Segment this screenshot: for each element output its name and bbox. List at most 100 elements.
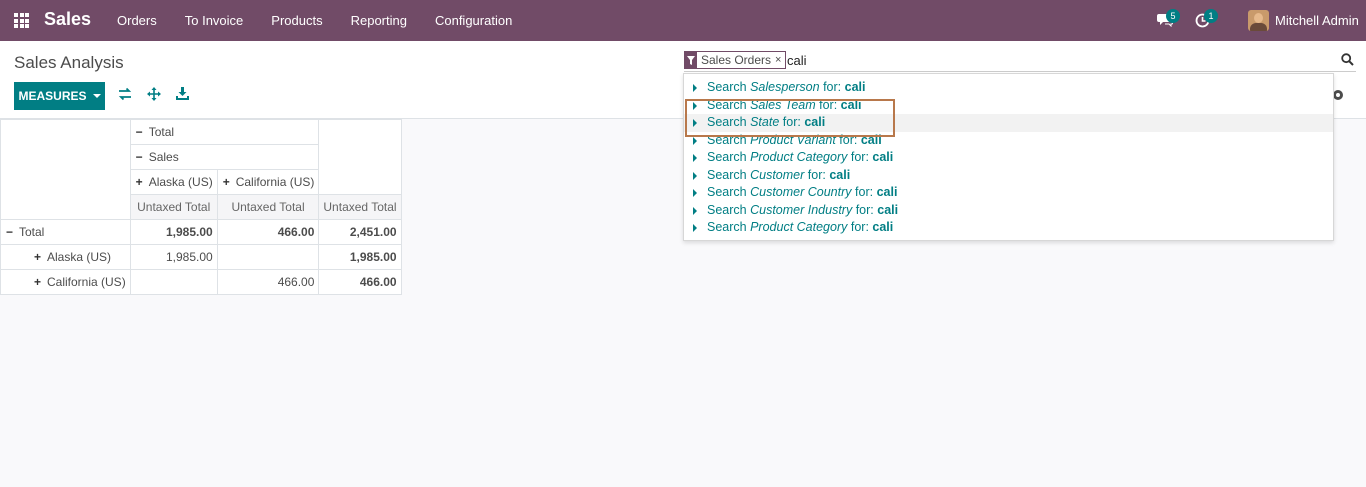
suggestion-customer-country[interactable]: Search Customer Country for: cali <box>684 184 1333 202</box>
caret-right-icon <box>693 154 697 162</box>
top-navbar: Sales Orders To Invoice Products Reporti… <box>0 0 1366 41</box>
facet-remove-icon[interactable]: × <box>775 52 785 68</box>
suggestion-prefix: Search <box>707 80 747 94</box>
messages-badge: 5 <box>1166 9 1180 23</box>
suggestion-prefix: Search <box>707 115 747 129</box>
suggestion-mid: for: <box>850 220 869 234</box>
row-header-label: Alaska (US) <box>47 250 112 264</box>
suggestion-salesperson[interactable]: Search Salesperson for: cali <box>684 79 1333 97</box>
measures-label: MEASURES <box>18 89 87 103</box>
col-header-alaska[interactable]: + Alaska (US) <box>129 169 218 195</box>
user-avatar[interactable] <box>1248 10 1269 31</box>
suggestion-product-category[interactable]: Search Product Category for: cali <box>684 149 1333 167</box>
menu-to-invoice[interactable]: To Invoice <box>171 0 258 41</box>
suggestion-mid: for: <box>839 132 858 147</box>
measure-header[interactable]: Untaxed Total <box>318 194 402 220</box>
suggestion-field: Customer Country <box>750 185 852 199</box>
expand-icon: + <box>33 275 41 289</box>
suggestion-product-variant[interactable]: Search Product Variant for: cali <box>684 132 1333 150</box>
suggestion-term: cali <box>872 220 894 234</box>
expand-all-icon[interactable] <box>147 87 163 103</box>
suggestion-field: Customer <box>750 167 805 182</box>
suggestion-state[interactable]: Search State for: cali <box>684 114 1333 132</box>
suggestion-customer[interactable]: Search Customer for: cali <box>684 167 1333 185</box>
col-header-sales[interactable]: − Sales <box>129 144 320 170</box>
cell-value[interactable]: 466.00 <box>216 269 320 295</box>
cell-value[interactable]: 1,985.00 <box>318 244 402 270</box>
search-bar: Sales Orders × <box>684 50 1356 72</box>
suggestion-prefix: Search <box>707 202 747 217</box>
row-header-alaska[interactable]: + Alaska (US) <box>0 244 131 270</box>
pivot-corner <box>0 119 131 220</box>
filter-icon <box>685 52 697 68</box>
table-row: − Total 1,985.00 466.00 2,451.00 <box>0 219 402 245</box>
suggestion-mid: for: <box>807 167 826 182</box>
cell-value[interactable] <box>216 244 320 270</box>
col-header-total-label: Total <box>148 125 175 139</box>
suggestion-field: Product Category <box>750 220 848 234</box>
expand-icon: + <box>222 175 230 189</box>
messages-icon[interactable]: 5 <box>1157 9 1180 29</box>
suggestion-mid: for: <box>855 185 874 199</box>
suggestion-product-category-2[interactable]: Search Product Category for: cali <box>684 219 1333 237</box>
suggestion-prefix: Search <box>707 97 747 112</box>
caret-right-icon <box>693 171 697 180</box>
collapse-icon: − <box>5 225 13 239</box>
cell-value[interactable]: 1,985.00 <box>129 219 218 245</box>
menu-configuration[interactable]: Configuration <box>421 0 526 41</box>
suggestion-field: State <box>750 115 780 129</box>
table-row: + California (US) 466.00 466.00 <box>0 269 402 295</box>
suggestion-field: Sales Team <box>750 97 816 112</box>
suggestion-prefix: Search <box>707 150 747 164</box>
measure-header[interactable]: Untaxed Total <box>216 194 320 220</box>
suggestion-customer-industry[interactable]: Search Customer Industry for: cali <box>684 202 1333 220</box>
apps-menu-icon[interactable] <box>14 13 29 28</box>
suggestion-field: Product Category <box>750 150 848 164</box>
user-name[interactable]: Mitchell Admin <box>1275 13 1359 28</box>
main-menu: Orders To Invoice Products Reporting Con… <box>103 0 526 41</box>
caret-right-icon <box>693 101 697 110</box>
suggestion-term: cali <box>829 167 851 182</box>
suggestion-prefix: Search <box>707 167 747 182</box>
cell-value[interactable]: 2,451.00 <box>318 219 402 245</box>
caret-right-icon <box>693 206 697 215</box>
menu-orders[interactable]: Orders <box>103 0 171 41</box>
row-header-label: California (US) <box>47 275 126 289</box>
cell-value[interactable]: 466.00 <box>318 269 402 295</box>
cell-value[interactable]: 1,985.00 <box>129 244 218 270</box>
suggestion-field: Product Variant <box>750 132 836 147</box>
collapse-icon: − <box>135 150 143 164</box>
col-header-california[interactable]: + California (US) <box>216 169 320 195</box>
suggestion-term: cali <box>872 150 894 164</box>
pivot-table: − Total − Sales + Alaska (US) + California (… <box>0 119 402 295</box>
cell-value[interactable] <box>129 269 218 295</box>
cell-value[interactable]: 466.00 <box>216 219 320 245</box>
search-input[interactable] <box>787 50 1327 70</box>
row-header-total[interactable]: − Total <box>0 219 131 245</box>
activities-badge: 1 <box>1204 9 1218 23</box>
page-title: Sales Analysis <box>14 53 124 72</box>
row-header-california[interactable]: + California (US) <box>0 269 131 295</box>
search-icon[interactable] <box>1341 53 1355 67</box>
caret-right-icon <box>693 136 697 145</box>
flip-axis-icon[interactable] <box>118 87 134 103</box>
activity-clock-icon[interactable]: 1 <box>1195 9 1218 29</box>
measures-button[interactable]: MEASURES <box>14 82 105 110</box>
suggestion-term: cali <box>877 202 899 217</box>
suggestion-field: Salesperson <box>750 80 820 94</box>
suggestion-sales-team[interactable]: Search Sales Team for: cali <box>684 97 1333 115</box>
suggestion-prefix: Search <box>707 185 747 199</box>
suggestion-mid: for: <box>855 202 874 217</box>
download-icon[interactable] <box>176 87 192 103</box>
search-facet[interactable]: Sales Orders × <box>684 51 787 69</box>
col-header-total[interactable]: − Total <box>129 119 320 145</box>
menu-products[interactable]: Products <box>257 0 336 41</box>
suggestion-term: cali <box>860 132 882 147</box>
suggestion-term: cali <box>840 97 862 112</box>
caret-right-icon <box>693 119 697 127</box>
measure-header[interactable]: Untaxed Total <box>129 194 218 220</box>
suggestion-mid: for: <box>819 97 838 112</box>
menu-reporting[interactable]: Reporting <box>337 0 421 41</box>
col-header-alaska-label: Alaska (US) <box>148 175 213 189</box>
app-name[interactable]: Sales <box>44 9 91 30</box>
